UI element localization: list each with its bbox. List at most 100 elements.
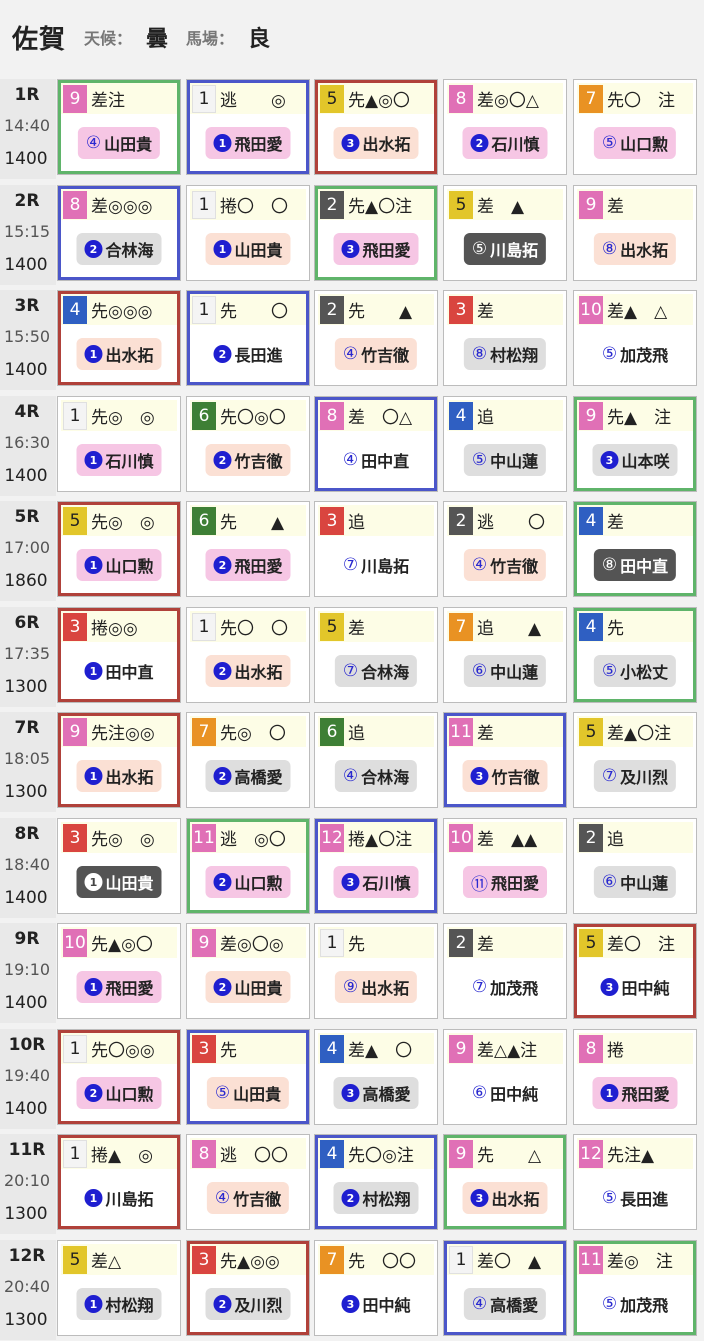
entry-card[interactable]: 2 先▲〇注 3 飛田愛 <box>314 185 438 281</box>
race-row[interactable]: 10R 19:40 1400 1 先〇◎◎ 2 山口勲 3 先 ⑤ 山田貴 4 差▲ 〇 3 高橋愛 9 差△▲… <box>0 1026 704 1132</box>
jockey-tag[interactable]: ⑤ 長田進 <box>594 1182 676 1214</box>
entry-card[interactable]: 8 捲 1 飛田愛 <box>573 1029 697 1125</box>
entry-card[interactable]: 1 捲▲ ◎ 1 川島拓 <box>57 1134 181 1230</box>
entry-card[interactable]: 3 先 ⑤ 山田貴 <box>186 1029 310 1125</box>
entry-card[interactable]: 9 差◎〇◎ 2 山田貴 <box>186 923 310 1019</box>
entry-card[interactable]: 3 追 ⑦ 川島拓 <box>314 501 438 597</box>
race-row[interactable]: 5R 17:00 1860 5 先◎ ◎ 1 山口勲 6 先 ▲ 2 飛田愛 3 追 ⑦ 川島拓 2 逃 〇④竹… <box>0 498 704 604</box>
jockey-tag[interactable]: 3 竹吉徹 <box>462 760 548 792</box>
race-row[interactable]: 4R 16:30 1400 1 先◎ ◎ 1 石川慎 6 先〇◎〇 2 竹吉徹 8 差 〇△ ④ 田中直 4 追… <box>0 393 704 499</box>
jockey-tag[interactable]: ⑥ 中山蓮 <box>463 655 547 687</box>
race-row[interactable]: 12R 20:40 1300 5 差△ 1 村松翔 3 先▲◎◎ 2 及川烈 7 先 〇〇 3 田中純 1 差〇… <box>0 1237 704 1341</box>
jockey-tag[interactable]: 3 山本咲 <box>592 444 678 476</box>
jockey-tag[interactable]: 2 石川慎 <box>462 127 548 159</box>
entry-card[interactable]: 1 捲〇 〇 1 山田貴 <box>186 185 310 281</box>
entry-card[interactable]: 11 逃 ◎〇 2 山口勲 <box>186 818 310 914</box>
entry-card[interactable]: 3 先◎ ◎ 1 山田貴 <box>57 818 181 914</box>
entry-card[interactable]: 3 先▲◎◎ 2 及川烈 <box>186 1240 310 1336</box>
entry-card[interactable]: 10 先▲◎〇 1 飛田愛 <box>57 923 181 1019</box>
entry-card[interactable]: 1先 〇 2 長田進 <box>186 290 310 386</box>
jockey-tag[interactable]: 3 出水拓 <box>462 1182 548 1214</box>
jockey-tag[interactable]: ⑥ 田中純 <box>464 1077 546 1109</box>
entry-card[interactable]: 12 捲▲〇注 3 石川慎 <box>314 818 438 914</box>
entry-card[interactable]: 5 先▲◎〇 3 出水拓 <box>314 79 438 175</box>
entry-card[interactable]: 4 追 ⑤ 中山蓮 <box>443 396 567 492</box>
race-row[interactable]: 9R 19:10 1400 10 先▲◎〇 1 飛田愛 9 差◎〇◎ 2 山田貴 1 先 ⑨ 出水拓 2 差 ⑦ 加… <box>0 920 704 1026</box>
jockey-tag[interactable]: 3 高橋愛 <box>333 1077 419 1109</box>
jockey-tag[interactable]: 2 飛田愛 <box>205 549 291 581</box>
jockey-tag[interactable]: 1 村松翔 <box>76 1288 162 1320</box>
jockey-tag[interactable]: 1 山田貴 <box>205 233 291 265</box>
jockey-tag[interactable]: 2 村松翔 <box>333 1182 419 1214</box>
jockey-tag[interactable]: ④ 合林海 <box>334 760 418 792</box>
jockey-tag[interactable]: ⑧ 出水拓 <box>593 233 677 265</box>
jockey-tag[interactable]: ⑥ 中山蓮 <box>593 866 677 898</box>
jockey-tag[interactable]: ⑦ 川島拓 <box>335 549 417 581</box>
jockey-tag[interactable]: 2 高橋愛 <box>205 760 291 792</box>
entry-card[interactable]: 5 差▲〇注 ⑦ 及川烈 <box>573 712 697 808</box>
entry-card[interactable]: 7 先〇 注 ⑤ 山口勲 <box>573 79 697 175</box>
entry-card[interactable]: 11 差◎ 注 ⑤ 加茂飛 <box>573 1240 697 1336</box>
jockey-tag[interactable]: ④ 高橋愛 <box>463 1288 547 1320</box>
entry-card[interactable]: 9 先▲ 注 3 山本咲 <box>573 396 697 492</box>
entry-card[interactable]: 4 先◎◎◎ 1 出水拓 <box>57 290 181 386</box>
jockey-tag[interactable]: 1 山田貴 <box>76 866 162 898</box>
jockey-tag[interactable]: 2 竹吉徹 <box>205 444 291 476</box>
jockey-tag[interactable]: ⑨ 出水拓 <box>334 971 418 1003</box>
entry-card[interactable]: 1 先〇 〇 2 出水拓 <box>186 607 310 703</box>
entry-card[interactable]: 8 差◎◎◎ 2 合林海 <box>57 185 181 281</box>
entry-card[interactable]: 7 先◎ 〇 2 高橋愛 <box>186 712 310 808</box>
jockey-tag[interactable]: 2 及川烈 <box>205 1288 291 1320</box>
entry-card[interactable]: 4 先 ⑤ 小松丈 <box>573 607 697 703</box>
entry-card[interactable]: 12 先注▲ ⑤ 長田進 <box>573 1134 697 1230</box>
jockey-tag[interactable]: 2 山口勲 <box>76 1077 162 1109</box>
jockey-tag[interactable]: 1 出水拓 <box>76 338 162 370</box>
jockey-tag[interactable]: 3 石川慎 <box>333 866 419 898</box>
jockey-tag[interactable]: 3 田中純 <box>333 1288 418 1320</box>
entry-card[interactable]: 1 先 ⑨ 出水拓 <box>314 923 438 1019</box>
entry-card[interactable]: 10 差 ▲▲ ⑪ 飛田愛 <box>443 818 567 914</box>
jockey-tag[interactable]: ⑤ 加茂飛 <box>593 1288 677 1320</box>
jockey-tag[interactable]: ④ 竹吉徹 <box>463 549 547 581</box>
entry-card[interactable]: 5 先◎ ◎ 1 山口勲 <box>57 501 181 597</box>
jockey-tag[interactable]: ⑦ 及川烈 <box>593 760 677 792</box>
entry-card[interactable]: 5差 ▲ ⑤ 川島拓 <box>443 185 567 281</box>
entry-card[interactable]: 9先 △ 3 出水拓 <box>443 1134 567 1230</box>
entry-card[interactable]: 1 先〇◎◎ 2 山口勲 <box>57 1029 181 1125</box>
entry-card[interactable]: 7追 ▲ ⑥ 中山蓮 <box>443 607 567 703</box>
jockey-tag[interactable]: 2 長田進 <box>205 338 291 370</box>
jockey-tag[interactable]: 2 合林海 <box>76 233 162 265</box>
jockey-tag[interactable]: 1 川島拓 <box>76 1182 162 1214</box>
entry-card[interactable]: 2 差 ⑦ 加茂飛 <box>443 923 567 1019</box>
entry-card[interactable]: 8 差◎〇△ 2 石川慎 <box>443 79 567 175</box>
race-row[interactable]: 6R 17:35 1300 3 捲◎◎ 1 田中直 1 先〇 〇 2 出水拓 5 差 ⑦ 合林海 7 追 ▲ ⑥ 中… <box>0 604 704 710</box>
jockey-tag[interactable]: 1 飛田愛 <box>592 1077 678 1109</box>
jockey-tag[interactable]: 2 山田貴 <box>205 971 291 1003</box>
jockey-tag[interactable]: 1 飛田愛 <box>76 971 162 1003</box>
jockey-tag[interactable]: 3 飛田愛 <box>333 233 419 265</box>
jockey-tag[interactable]: 1 田中直 <box>76 655 162 687</box>
jockey-tag[interactable]: ⑤ 山口勲 <box>593 127 677 159</box>
entry-card[interactable]: 2 追 ⑥ 中山蓮 <box>573 818 697 914</box>
race-row[interactable]: 1R 14:40 1400 9 差注 ④ 山田貴 1 逃 ◎ 1 飛田愛 5 先▲◎〇 3 出水拓 8 差◎〇△… <box>0 76 704 182</box>
entry-card[interactable]: 6 先〇◎〇 2 竹吉徹 <box>186 396 310 492</box>
entry-card[interactable]: 9 先注◎◎ 1 出水拓 <box>57 712 181 808</box>
entry-card[interactable]: 5 差△ 1 村松翔 <box>57 1240 181 1336</box>
jockey-tag[interactable]: ⑤ 山田貴 <box>206 1077 290 1109</box>
jockey-tag[interactable]: ④ 竹吉徹 <box>206 1182 290 1214</box>
entry-card[interactable]: 2逃 〇 ④ 竹吉徹 <box>443 501 567 597</box>
jockey-tag[interactable]: ⑪ 飛田愛 <box>462 866 548 898</box>
entry-card[interactable]: 7先 〇〇 3 田中純 <box>314 1240 438 1336</box>
jockey-tag[interactable]: 2 出水拓 <box>205 655 291 687</box>
jockey-tag[interactable]: ④ 山田貴 <box>77 127 161 159</box>
jockey-tag[interactable]: ⑤ 中山蓮 <box>463 444 547 476</box>
entry-card[interactable]: 11 差 3 竹吉徹 <box>443 712 567 808</box>
entry-card[interactable]: 1 差〇 ▲ ④ 高橋愛 <box>443 1240 567 1336</box>
jockey-tag[interactable]: 3 田中純 <box>592 971 678 1003</box>
race-row[interactable]: 7R 18:05 1300 9 先注◎◎ 1 出水拓 7 先◎ 〇 2 高橋愛 6 追 ④ 合林海 11 差 3 竹… <box>0 709 704 815</box>
jockey-tag[interactable]: ⑦ 合林海 <box>334 655 418 687</box>
entry-card[interactable]: 5 差 ⑦ 合林海 <box>314 607 438 703</box>
entry-card[interactable]: 3 捲◎◎ 1 田中直 <box>57 607 181 703</box>
jockey-tag[interactable]: 1 山口勲 <box>76 549 162 581</box>
entry-card[interactable]: 4 先〇◎注 2 村松翔 <box>314 1134 438 1230</box>
